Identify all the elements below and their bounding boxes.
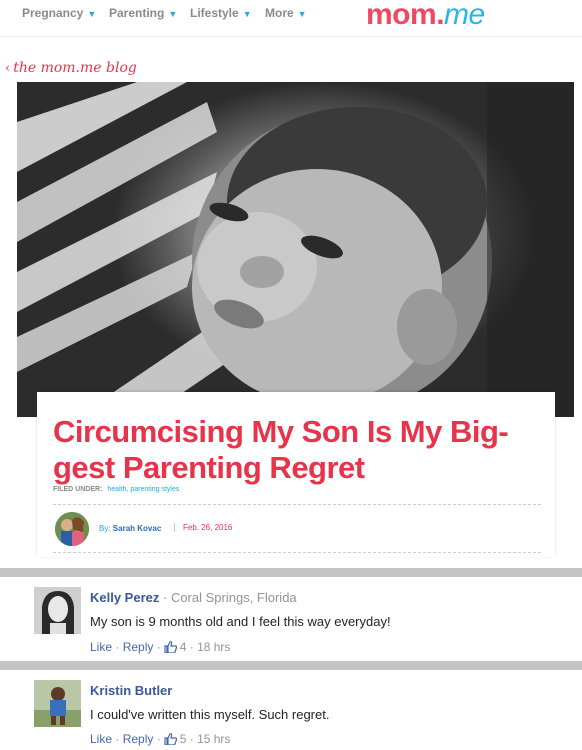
article-hero-image <box>17 82 574 417</box>
article-title[interactable]: Circumcising My Son Is My Big- gest Pare… <box>53 414 543 486</box>
commenter-avatar[interactable] <box>34 587 81 634</box>
filed-under: FILED UNDER: health, parenting styles <box>53 486 180 493</box>
nav-pregnancy[interactable]: Pregnancy ▼ <box>22 6 96 20</box>
nav-more[interactable]: More ▼ <box>265 6 307 20</box>
commenter-avatar[interactable] <box>34 680 81 727</box>
comment: Kelly Perez · Coral Springs, Florida My … <box>0 577 582 661</box>
thumbs-up-icon <box>164 733 177 748</box>
author-name[interactable]: Sarah Kovac <box>113 524 161 533</box>
dropdown-caret-icon: ▼ <box>87 9 97 19</box>
reply-link[interactable]: Reply <box>123 640 154 654</box>
comment-actions: Like · Reply · 4 · 18 hrs <box>90 640 231 656</box>
comment-text: I could've written this myself. Such reg… <box>90 707 330 722</box>
publish-date: Feb. 26, 2016 <box>174 523 232 532</box>
author-avatar <box>55 512 89 546</box>
reply-link[interactable]: Reply <box>123 732 154 746</box>
comment-text: My son is 9 months old and I feel this w… <box>90 614 391 629</box>
divider <box>53 504 541 505</box>
comment-separator <box>0 568 582 577</box>
like-count: 5 <box>179 732 187 746</box>
commenter-name[interactable]: Kristin Butler <box>90 683 172 698</box>
article-card: Circumcising My Son Is My Big- gest Pare… <box>37 392 555 557</box>
comment-actions: Like · Reply · 5 · 15 hrs <box>90 732 231 748</box>
chevron-left-icon: ‹ <box>5 61 11 76</box>
commenter-location: Coral Springs, Florida <box>170 590 297 605</box>
comment-separator <box>0 661 582 670</box>
divider <box>53 552 541 553</box>
dropdown-caret-icon: ▼ <box>168 9 178 19</box>
site-logo[interactable]: mom.me <box>366 0 485 32</box>
author-byline: By: Sarah Kovac <box>99 524 162 533</box>
article-tags[interactable]: health, parenting styles <box>107 486 179 493</box>
thumbs-up-icon <box>164 641 177 656</box>
like-link[interactable]: Like <box>90 732 112 746</box>
blog-back-link[interactable]: ‹ the mom.me blog <box>5 60 137 76</box>
comment-time[interactable]: 18 hrs <box>197 640 230 654</box>
comment-time[interactable]: 15 hrs <box>197 732 230 746</box>
dropdown-caret-icon: ▼ <box>242 9 252 19</box>
like-count: 4 <box>179 640 187 654</box>
nav-parenting[interactable]: Parenting ▼ <box>109 6 177 20</box>
like-link[interactable]: Like <box>90 640 112 654</box>
comment: Kristin Butler I could've written this m… <box>0 670 582 750</box>
top-navigation: Pregnancy ▼ Parenting ▼ Lifestyle ▼ More ▼ m… <box>0 0 582 37</box>
commenter-name[interactable]: Kelly Perez · Coral Springs, Florida <box>90 590 297 605</box>
dropdown-caret-icon: ▼ <box>297 9 307 19</box>
nav-lifestyle[interactable]: Lifestyle ▼ <box>190 6 252 20</box>
